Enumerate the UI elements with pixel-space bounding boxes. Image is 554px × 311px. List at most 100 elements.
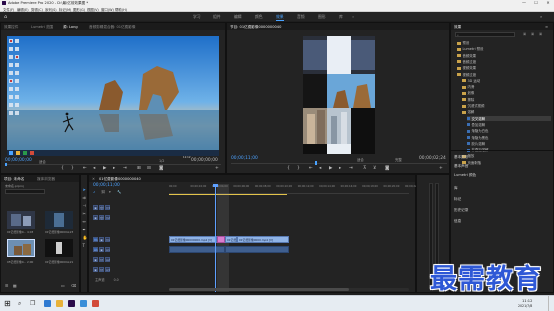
track-label[interactable]: A1 — [105, 247, 110, 252]
video-clip[interactable]: 01亿费 — [225, 236, 237, 243]
workspace-more-icon[interactable]: » — [352, 14, 354, 19]
effect-folder[interactable]: 音频效果 — [457, 53, 476, 58]
mute-icon[interactable]: M — [99, 257, 104, 262]
icon-view-icon[interactable]: ▦ — [13, 283, 17, 288]
track-label[interactable]: V1 — [105, 237, 110, 242]
effect-item[interactable]: 胶片溶解 — [467, 141, 485, 146]
menu-marker[interactable]: 标记(M) — [59, 7, 71, 12]
extract-icon[interactable]: ⊻ — [373, 166, 376, 171]
mute-icon[interactable]: M — [99, 267, 104, 272]
source-patch-a1[interactable]: A1 — [93, 247, 98, 252]
search-taskbar-icon[interactable]: ⌕ — [18, 300, 21, 308]
slip-tool-icon[interactable]: ↔ — [83, 219, 86, 224]
effect-folder[interactable]: 预设 — [457, 40, 469, 45]
program-mark-out-icon[interactable]: } — [297, 166, 300, 171]
toggle-sync-lock-icon[interactable]: ▣ — [93, 205, 98, 210]
tab-audio-clip-mixer[interactable]: 音频剪辑混合器: 01亿费影像 — [89, 25, 135, 30]
add-button-icon[interactable]: + — [215, 166, 219, 171]
insert-icon[interactable]: ⊞ — [137, 166, 141, 171]
effect-folder[interactable]: 擦除 — [462, 97, 474, 102]
tab-source[interactable]: 源: Long — [63, 25, 78, 30]
project-item-thumbnail[interactable] — [45, 239, 73, 257]
snap-icon[interactable]: ⩘ — [93, 190, 95, 194]
project-search-input[interactable] — [5, 189, 45, 194]
effects-search-input[interactable] — [455, 32, 515, 37]
program-play-icon[interactable]: ▶ — [329, 166, 332, 171]
step-forward-icon[interactable]: ▸ — [113, 166, 115, 171]
menu-window[interactable]: 窗口(W) — [101, 7, 114, 12]
timeline-settings-icon[interactable]: 🔧 — [117, 190, 121, 194]
project-item-thumbnail[interactable] — [7, 211, 35, 229]
app-taskbar-icon-2[interactable] — [92, 300, 99, 307]
tab-effects[interactable]: 效果 — [454, 25, 461, 30]
effect-item[interactable]: 渐隐为黑色 — [467, 135, 488, 140]
program-resolution-select[interactable]: 完整 — [395, 157, 402, 162]
master-value[interactable]: 0.0 — [114, 278, 119, 282]
toggle-sync-lock-icon[interactable]: ▣ — [99, 237, 104, 242]
effect-folder[interactable]: Lumetri 预设 — [457, 46, 483, 51]
taskbar-date[interactable]: 2021/7/8 — [518, 304, 532, 308]
menu-view[interactable]: 视图(V) — [87, 7, 99, 12]
razor-tool-icon[interactable]: ✂ — [83, 211, 86, 216]
timeline-close-icon[interactable]: ✕ — [92, 177, 95, 181]
mark-out-icon[interactable]: } — [71, 166, 74, 171]
program-export-frame-icon[interactable]: ◙ — [385, 166, 389, 171]
effect-folder[interactable]: 内滑 — [462, 84, 474, 89]
effects-menu-icon[interactable]: ≡ — [545, 25, 548, 29]
add-marker-icon[interactable]: ▾ — [109, 190, 111, 194]
video-clip[interactable]: 01亿费影像00000000.mp4 [V] — [169, 236, 217, 243]
app-taskbar-icon[interactable] — [80, 300, 87, 307]
program-scrub-bar[interactable] — [231, 163, 447, 164]
playhead-handle[interactable] — [213, 184, 218, 187]
track-label[interactable]: A2 — [105, 257, 110, 262]
menu-sequence[interactable]: 序列(S) — [45, 7, 57, 12]
tab-sequence[interactable]: 01亿费影像0000000040 — [99, 177, 141, 182]
timeline-scroll-thumb[interactable] — [169, 288, 349, 291]
taskbar-time[interactable]: 11:12 — [522, 299, 532, 303]
toggle-sync-lock-icon[interactable]: ▣ — [99, 247, 104, 252]
toggle-sync-lock-icon[interactable]: ▣ — [93, 257, 98, 262]
effect-folder[interactable]: 音频过渡 — [457, 59, 476, 64]
list-view-icon[interactable]: ☰ — [5, 283, 8, 288]
delete-icon[interactable]: ⌫ — [71, 283, 76, 288]
section-history[interactable]: 历史记录 — [454, 208, 468, 213]
step-back-icon[interactable]: ◂ — [93, 166, 95, 171]
audio-clip[interactable] — [169, 246, 225, 253]
menu-clip[interactable]: 剪辑(C) — [31, 7, 43, 12]
program-step-back-icon[interactable]: ◂ — [319, 166, 321, 171]
menu-graphics[interactable]: 图形(G) — [73, 7, 85, 12]
effect-folder[interactable]: 划像 — [462, 90, 474, 95]
menu-file[interactable]: 文件(F) — [3, 7, 14, 12]
go-to-out-icon[interactable]: ⇥ — [123, 166, 127, 171]
workspace-color[interactable]: 颜色 — [255, 14, 263, 20]
toggle-track-output-icon[interactable]: 👁 — [99, 215, 104, 220]
premiere-taskbar-icon[interactable] — [68, 300, 75, 307]
effect-item[interactable]: 交叉溶解 — [467, 115, 551, 121]
program-mark-in-icon[interactable]: { — [287, 166, 290, 171]
effect-item[interactable]: 叠加溶解 — [467, 122, 485, 127]
track-label[interactable]: A3 — [105, 267, 110, 272]
toggle-track-output-icon[interactable]: 👁 — [99, 205, 104, 210]
source-scrub-bar[interactable] — [5, 164, 221, 165]
go-to-in-icon[interactable]: ⇤ — [83, 166, 87, 171]
effect-folder[interactable]: 沉浸式视频 — [462, 103, 484, 108]
toggle-sync-lock-icon[interactable]: ▣ — [93, 267, 98, 272]
ripple-edit-tool-icon[interactable]: ⊣ — [83, 203, 86, 208]
timeline-playhead[interactable] — [215, 184, 216, 292]
effect-folder[interactable]: 视频过渡 — [457, 72, 476, 77]
track-label[interactable]: V3 — [105, 205, 110, 210]
show-desktop-button[interactable] — [548, 296, 554, 311]
project-item-thumbnail[interactable] — [45, 211, 73, 229]
program-fit-select[interactable]: 适合 — [357, 157, 364, 162]
overwrite-icon[interactable]: ⊟ — [147, 166, 151, 171]
cross-dissolve-transition[interactable] — [217, 236, 225, 243]
file-explorer-icon[interactable] — [56, 300, 63, 307]
section-lumetri-color[interactable]: Lumetri 颜色 — [454, 173, 476, 178]
source-playhead[interactable] — [5, 163, 7, 166]
audio-clip[interactable] — [225, 246, 289, 253]
lift-icon[interactable]: ⊼ — [363, 166, 366, 171]
project-item-thumbnail-selected[interactable] — [7, 239, 35, 257]
workspace-graphics[interactable]: 图形 — [318, 14, 326, 20]
menu-edit[interactable]: 编辑(E) — [17, 7, 29, 12]
program-add-button-icon[interactable]: + — [439, 166, 443, 171]
